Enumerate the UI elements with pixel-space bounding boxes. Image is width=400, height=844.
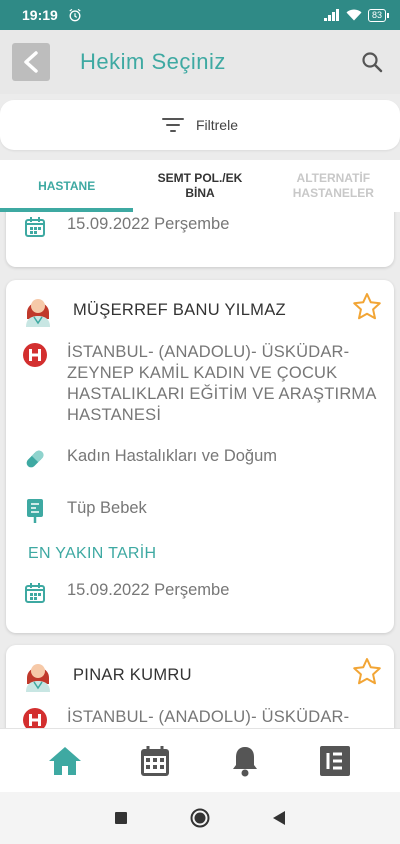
- doctor-name: MÜŞERREF BANU YILMAZ: [73, 300, 286, 319]
- nav-notifications[interactable]: [225, 741, 265, 781]
- filter-icon: [161, 118, 184, 132]
- home-icon: [49, 746, 81, 775]
- doctor-avatar-icon: [22, 292, 54, 328]
- status-bar: 19:19 83: [0, 0, 400, 30]
- doctor-name: PINAR KUMRU: [73, 665, 192, 684]
- favorite-star-icon[interactable]: [352, 292, 382, 322]
- tab-semt-pol[interactable]: SEMT POL./EK BİNA: [133, 160, 266, 212]
- calendar-icon: [22, 214, 48, 240]
- system-navigation-bar: [0, 792, 400, 844]
- app-bar: Hekim Seçiniz: [0, 30, 400, 94]
- home-circle-icon[interactable]: [190, 808, 210, 828]
- pill-icon: [22, 446, 48, 472]
- chevron-left-icon: [24, 51, 38, 73]
- favorite-star-icon[interactable]: [352, 657, 382, 687]
- calendar-icon: [141, 745, 169, 776]
- tab-bar: HASTANE SEMT POL./EK BİNA ALTERNATİF HAS…: [0, 160, 400, 212]
- alarm-icon: [69, 8, 81, 22]
- nav-calendar[interactable]: [135, 741, 175, 781]
- page-title: Hekim Seçiniz: [80, 49, 226, 74]
- tab-alternatif[interactable]: ALTERNATİF HASTANELER: [267, 160, 400, 212]
- recents-icon[interactable]: [114, 811, 128, 825]
- hospital-name: İSTANBUL- (ANADOLU)- ÜSKÜDAR-: [67, 708, 350, 726]
- filter-button[interactable]: Filtrele: [0, 100, 400, 150]
- tab-hastane[interactable]: HASTANE: [0, 160, 134, 212]
- search-button[interactable]: [358, 48, 386, 76]
- nearest-date-label: EN YAKIN TARİH: [28, 545, 157, 562]
- search-icon: [362, 52, 383, 73]
- doctor-list: 15.09.2022 Perşembe MÜŞERREF BANU YILMAZ…: [0, 212, 400, 728]
- hospital-icon: [22, 707, 48, 728]
- doctor-avatar-icon: [22, 657, 54, 693]
- list-icon: [320, 745, 350, 776]
- bell-icon: [233, 746, 257, 776]
- bottom-navigation: [0, 728, 400, 792]
- signal-icon: [323, 9, 339, 21]
- nav-home[interactable]: [45, 741, 85, 781]
- doctor-card[interactable]: MÜŞERREF BANU YILMAZ İSTANBUL- (ANADOLU)…: [6, 280, 394, 633]
- status-time: 19:19: [22, 7, 58, 23]
- nav-menu[interactable]: [315, 741, 355, 781]
- back-button[interactable]: [12, 43, 50, 81]
- back-triangle-icon[interactable]: [272, 810, 286, 826]
- appointment-date: 15.09.2022 Perşembe: [67, 581, 230, 599]
- hospital-name: İSTANBUL- (ANADOLU)- ÜSKÜDAR- ZEYNEP KAM…: [67, 343, 376, 424]
- department-name: Kadın Hastalıkları ve Doğum: [67, 447, 278, 465]
- appointment-date: 15.09.2022 Perşembe: [67, 215, 230, 233]
- hospital-icon: [22, 342, 48, 368]
- filter-label: Filtrele: [195, 117, 238, 133]
- subspecialty-name: Tüp Bebek: [67, 499, 147, 517]
- battery-indicator: 83: [367, 8, 390, 22]
- calendar-icon: [22, 580, 48, 606]
- doctor-card[interactable]: PINAR KUMRU İSTANBUL- (ANADOLU)- ÜSKÜDAR…: [6, 645, 394, 728]
- test-tube-icon: [22, 498, 48, 524]
- wifi-icon: [346, 9, 362, 21]
- doctor-card[interactable]: 15.09.2022 Perşembe: [6, 212, 394, 267]
